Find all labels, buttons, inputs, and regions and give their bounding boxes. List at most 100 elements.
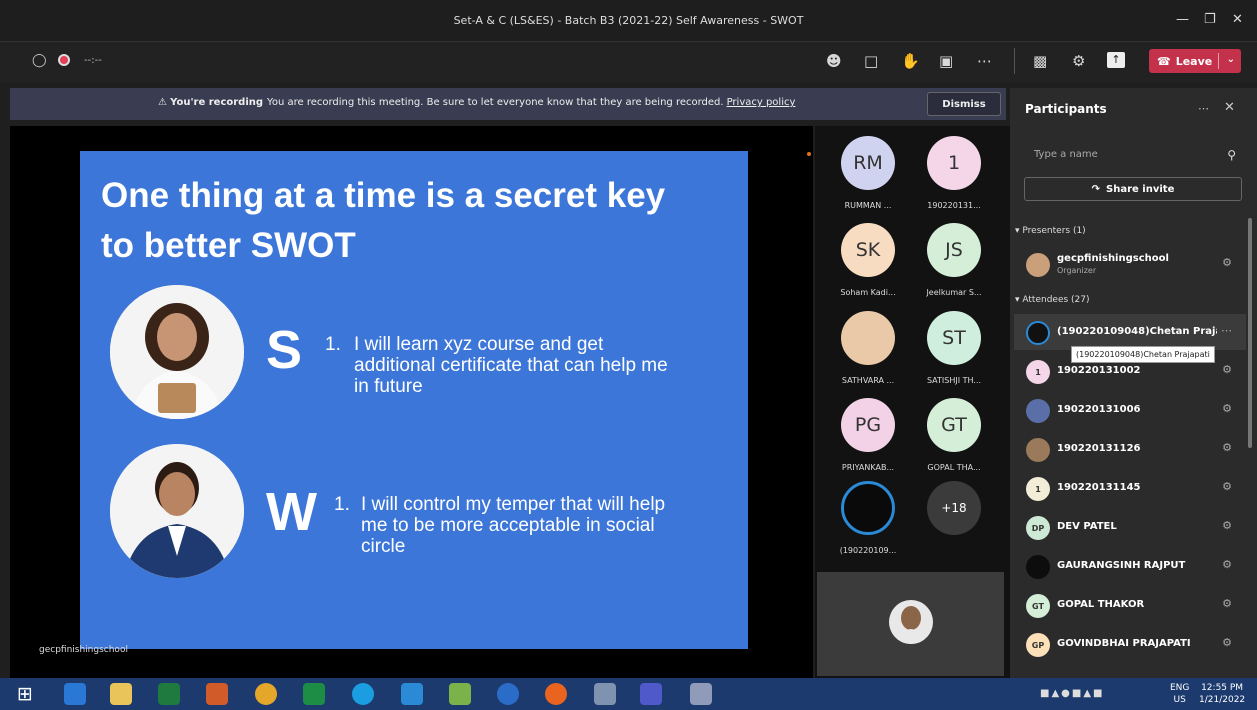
- video-tile[interactable]: SK Soham Kadi...: [828, 223, 908, 297]
- leave-label: Leave: [1175, 54, 1213, 68]
- share-invite-button[interactable]: ↷ Share invite: [1024, 177, 1242, 201]
- attendee-row[interactable]: 190220131126 ⚙: [1014, 431, 1246, 467]
- video-tile[interactable]: JS Jeelkumar S...: [914, 223, 994, 297]
- more-options-icon[interactable]: ⋯: [1221, 324, 1232, 337]
- avatar: RM: [841, 136, 895, 190]
- panel-scrollbar[interactable]: [1248, 218, 1252, 448]
- more-options-icon[interactable]: ⋯: [977, 52, 992, 70]
- video-tile[interactable]: SATHVARA ...: [828, 311, 908, 385]
- share-screen-icon[interactable]: ↑: [1107, 52, 1125, 68]
- edge-icon[interactable]: [352, 683, 374, 705]
- toolbar-divider: [1014, 48, 1015, 74]
- avatar: [1026, 399, 1050, 423]
- phone-icon: ☎: [1157, 54, 1171, 68]
- presenter-row[interactable]: gecpfinishingschool Organizer ⚙: [1014, 246, 1246, 282]
- video-tile[interactable]: RM RUMMAN ...: [828, 136, 908, 210]
- minimize-icon[interactable]: —: [1176, 12, 1189, 27]
- avatar: 1: [1026, 477, 1050, 501]
- panel-title: Participants: [1025, 102, 1107, 116]
- avatar: [1026, 253, 1050, 277]
- system-tray-icons[interactable]: ■▲●■▲■: [1040, 688, 1104, 699]
- self-avatar: [889, 600, 933, 644]
- participants-icon[interactable]: ☻: [826, 52, 842, 70]
- self-view[interactable]: [817, 572, 1004, 676]
- camera-off-icon[interactable]: ▩: [1033, 52, 1047, 70]
- tile-name: (190220109...: [839, 546, 897, 555]
- system-clock[interactable]: 12:55 PM 1/21/2022: [1199, 682, 1245, 706]
- attendees-header[interactable]: ▾ Attendees (27): [1015, 295, 1090, 305]
- tile-name: SATHVARA ...: [841, 376, 895, 385]
- rooms-icon[interactable]: ▣: [939, 52, 953, 70]
- region-code: US: [1173, 695, 1186, 705]
- attendee-row[interactable]: (190220109048)Chetan Praja... ⋯: [1014, 314, 1246, 350]
- sync-icon[interactable]: [497, 683, 519, 705]
- mic-off-icon: ⚙: [1222, 519, 1232, 532]
- avatar: [841, 311, 895, 365]
- attendee-name: (190220109048)Chetan Praja...: [1057, 326, 1217, 337]
- video-tile[interactable]: PG PRIYANKAB...: [828, 398, 908, 472]
- panel-more-icon[interactable]: ⋯: [1198, 102, 1209, 115]
- firefox-icon[interactable]: [545, 683, 567, 705]
- presenters-header[interactable]: ▾ Presenters (1): [1015, 226, 1086, 236]
- close-icon[interactable]: ✕: [1232, 12, 1243, 27]
- attendee-row[interactable]: 190220131006 ⚙: [1014, 392, 1246, 428]
- privacy-policy-link[interactable]: Privacy policy: [727, 97, 796, 108]
- attendee-row[interactable]: GP GOVINDBHAI PRAJAPATI ⚙: [1014, 626, 1246, 662]
- language-indicator[interactable]: ENG US: [1170, 682, 1189, 706]
- video-tile[interactable]: GT GOPAL THA...: [914, 398, 994, 472]
- meeting-toolbar: [0, 42, 1257, 82]
- store-icon[interactable]: [303, 683, 325, 705]
- avatar: +18: [927, 481, 981, 535]
- avatar: GP: [1026, 633, 1050, 657]
- presenter-role: Organizer: [1057, 266, 1097, 275]
- mic-off-icon: ⚙: [1222, 402, 1232, 415]
- teams-icon[interactable]: [640, 683, 662, 705]
- video-tile[interactable]: 1 190220131...: [914, 136, 994, 210]
- chevron-down-icon[interactable]: ⌄: [1227, 54, 1235, 65]
- start-windows-icon[interactable]: ⊞: [17, 683, 33, 705]
- attendee-row[interactable]: GT GOPAL THAKOR ⚙: [1014, 587, 1246, 623]
- video-tile[interactable]: (190220109...: [828, 481, 908, 555]
- leave-button[interactable]: ☎ Leave ⌄: [1149, 49, 1241, 73]
- video-tile[interactable]: ST SATISHJI TH...: [914, 311, 994, 385]
- ie-browser-icon[interactable]: [64, 683, 86, 705]
- participants-panel: Participants ⋯ ✕ Type a name ⚲ ↷ Share i…: [1010, 88, 1257, 678]
- avatar: GT: [1026, 594, 1050, 618]
- search-input[interactable]: Type a name ⚲: [1024, 146, 1242, 166]
- attendee-row[interactable]: GAURANGSINH RAJPUT ⚙: [1014, 548, 1246, 584]
- recording-banner: ⚠ You're recording You are recording this…: [10, 88, 1006, 120]
- excel-icon[interactable]: [158, 683, 180, 705]
- warning-icon: ⚠: [158, 97, 171, 108]
- shield-icon: ◯: [32, 53, 47, 68]
- attendee-row[interactable]: DP DEV PATEL ⚙: [1014, 509, 1246, 545]
- file-explorer-icon[interactable]: [110, 683, 132, 705]
- dismiss-button[interactable]: Dismiss: [927, 92, 1001, 116]
- screen-icon[interactable]: [594, 683, 616, 705]
- video-tile[interactable]: +18: [914, 481, 994, 535]
- participant-tooltip: (190220109048)Chetan Prajapati: [1071, 346, 1215, 363]
- presenter-name: gecpfinishingschool: [1057, 253, 1169, 264]
- tile-name: GOPAL THA...: [927, 463, 981, 472]
- attendee-row[interactable]: 1 190220131145 ⚙: [1014, 470, 1246, 506]
- panel-close-icon[interactable]: ✕: [1224, 100, 1235, 115]
- mic-off-icon: ⚙: [1222, 480, 1232, 493]
- mic-off-icon: ⚙: [1222, 597, 1232, 610]
- tile-name: SATISHJI TH...: [926, 376, 982, 385]
- app-icon[interactable]: [401, 683, 423, 705]
- maximize-icon[interactable]: ❐: [1204, 12, 1216, 27]
- activity-dot: [807, 152, 811, 156]
- avatar: JS: [927, 223, 981, 277]
- share-icon: ↷: [1091, 183, 1101, 195]
- paint-icon[interactable]: [449, 683, 471, 705]
- chrome-icon[interactable]: [255, 683, 277, 705]
- attendee-name: GOVINDBHAI PRAJAPATI: [1057, 638, 1191, 649]
- mic-off-icon[interactable]: ⚙: [1072, 52, 1085, 70]
- presenter-watermark: gecpfinishingschool: [39, 645, 128, 655]
- powerpoint-icon[interactable]: [206, 683, 228, 705]
- tool-icon[interactable]: [690, 683, 712, 705]
- chat-icon[interactable]: □: [864, 52, 878, 70]
- point-s-text: I will learn xyz course and get addition…: [354, 334, 668, 397]
- man-photo: [110, 444, 244, 578]
- avatar: GT: [927, 398, 981, 452]
- reactions-icon[interactable]: ✋: [901, 52, 920, 70]
